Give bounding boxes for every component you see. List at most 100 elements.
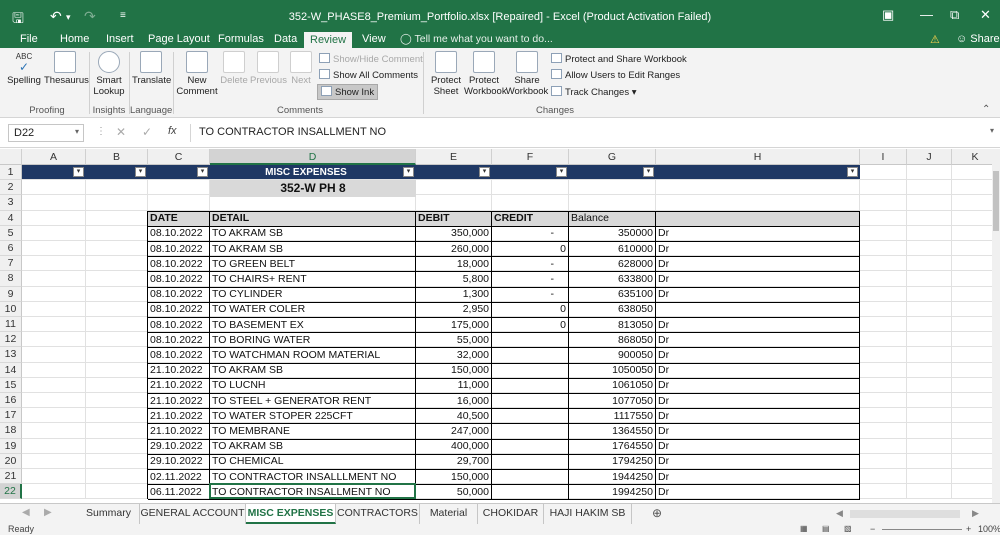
cell-credit[interactable]: - <box>492 287 568 302</box>
row-header-5[interactable]: 5 <box>0 225 22 241</box>
cell-balance[interactable]: 1364550 <box>569 424 655 439</box>
filter-dropdown-button[interactable]: ▾ <box>556 167 567 177</box>
column-header-f[interactable]: F <box>492 149 569 165</box>
cell-debit[interactable]: 32,000 <box>416 348 491 363</box>
cell-balance[interactable]: 900050 <box>569 348 655 363</box>
cell-detail[interactable]: TO AKRAM SB <box>210 363 415 378</box>
cell-credit[interactable]: - <box>492 272 568 287</box>
new-comment-button[interactable]: New Comment <box>176 51 218 97</box>
filter-dropdown-button[interactable]: ▾ <box>135 167 146 177</box>
minimize-icon[interactable]: — <box>920 7 933 22</box>
filter-dropdown-button[interactable]: ▾ <box>73 167 84 177</box>
cell-dr[interactable]: Dr <box>656 287 859 302</box>
ribbon-display-options-icon[interactable]: ▣ <box>882 7 894 23</box>
hscroll-left-icon[interactable]: ◀ <box>836 508 843 519</box>
cell-balance[interactable]: 635100 <box>569 287 655 302</box>
share-workbook-button[interactable]: Share Workbook <box>505 51 549 97</box>
cell-date[interactable]: 21.10.2022 <box>148 363 209 378</box>
normal-view-icon[interactable]: ▦ <box>800 524 808 533</box>
cell-date[interactable]: 21.10.2022 <box>148 378 209 393</box>
cell-dr[interactable]: Dr <box>656 394 859 409</box>
protect-workbook-button[interactable]: Protect Workbook <box>464 51 507 97</box>
cell-debit[interactable]: 5,800 <box>416 272 491 287</box>
cell-date[interactable]: 08.10.2022 <box>148 302 209 317</box>
tab-view[interactable]: View <box>356 31 392 48</box>
cell-debit[interactable]: 55,000 <box>416 333 491 348</box>
row-header-21[interactable]: 21 <box>0 469 22 485</box>
cell-credit[interactable]: - <box>492 226 568 241</box>
cell-balance[interactable]: 1050050 <box>569 363 655 378</box>
row-header-15[interactable]: 15 <box>0 377 22 393</box>
cell-dr[interactable]: Dr <box>656 333 859 348</box>
allow-users-edit-ranges-button[interactable]: Allow Users to Edit Ranges <box>551 69 680 81</box>
cell-date[interactable]: 08.10.2022 <box>148 257 209 272</box>
undo-dropdown-icon[interactable]: ▾ <box>66 12 71 23</box>
cell-dr[interactable]: Dr <box>656 257 859 272</box>
row-header-14[interactable]: 14 <box>0 362 22 378</box>
hscroll-right-icon[interactable]: ▶ <box>972 508 979 519</box>
cell-debit[interactable]: 2,950 <box>416 302 491 317</box>
show-all-comments-button[interactable]: Show All Comments <box>319 69 418 81</box>
row-header-8[interactable]: 8 <box>0 271 22 287</box>
cell-debit[interactable]: 400,000 <box>416 439 491 454</box>
add-sheet-icon[interactable]: ⊕ <box>652 506 662 520</box>
column-header-a[interactable]: A <box>22 149 86 165</box>
cell-detail[interactable]: TO CYLINDER <box>210 287 415 302</box>
customize-qat-icon[interactable]: ≡ <box>120 10 126 21</box>
active-cell-selection[interactable] <box>209 483 416 500</box>
cell-debit[interactable]: 40,500 <box>416 409 491 424</box>
cell-debit[interactable]: 16,000 <box>416 394 491 409</box>
cell-detail[interactable]: TO AKRAM SB <box>210 226 415 241</box>
translate-button[interactable]: Translate <box>132 51 171 86</box>
cell-dr[interactable]: Dr <box>656 318 859 333</box>
cell-dr[interactable]: Dr <box>656 378 859 393</box>
row-header-18[interactable]: 18 <box>0 423 22 439</box>
zoom-out-icon[interactable]: − <box>870 524 875 534</box>
worksheet-grid[interactable]: ABCDEFGHIJK 1 2 3 4 5 6 7 8 9 10 11 12 13 14 15 16 17 18 1… <box>0 148 1000 503</box>
cell-dr[interactable]: Dr <box>656 409 859 424</box>
column-header-h[interactable]: H <box>656 149 860 165</box>
tab-review[interactable]: Review <box>304 32 353 48</box>
track-changes-button[interactable]: Track Changes ▾ <box>551 86 637 98</box>
row-header-7[interactable]: 7 <box>0 256 22 272</box>
row-header-13[interactable]: 13 <box>0 347 22 363</box>
cell-detail[interactable]: TO BASEMENT EX <box>210 318 415 333</box>
tab-insert[interactable]: Insert <box>100 31 140 48</box>
previous-comment-button[interactable]: Previous <box>250 51 287 86</box>
column-header-e[interactable]: E <box>416 149 492 165</box>
scroll-tabs-left-icon[interactable]: ◀ <box>22 507 30 518</box>
cell-balance[interactable]: 350000 <box>569 226 655 241</box>
cell-detail[interactable]: TO CHEMICAL <box>210 454 415 469</box>
tab-formulas[interactable]: Formulas <box>212 31 270 48</box>
cell-debit[interactable]: 11,000 <box>416 378 491 393</box>
row-header-12[interactable]: 12 <box>0 332 22 348</box>
spelling-button[interactable]: ABC ✓ Spelling <box>6 51 42 86</box>
cell-debit[interactable]: 175,000 <box>416 318 491 333</box>
horizontal-scrollbar[interactable] <box>850 510 960 518</box>
tab-file[interactable]: File <box>14 31 44 48</box>
cell-date[interactable]: 29.10.2022 <box>148 454 209 469</box>
cell-balance[interactable]: 868050 <box>569 333 655 348</box>
filter-dropdown-button[interactable]: ▾ <box>479 167 490 177</box>
sheet-tab-summary[interactable]: Summary <box>78 504 140 524</box>
cell-dr[interactable]: Dr <box>656 454 859 469</box>
cell-debit[interactable]: 247,000 <box>416 424 491 439</box>
cell-debit[interactable]: 1,300 <box>416 287 491 302</box>
cell-date[interactable]: 06.11.2022 <box>148 485 209 500</box>
cell-balance[interactable]: 1944250 <box>569 470 655 485</box>
close-icon[interactable]: ✕ <box>980 7 991 23</box>
cell-dr[interactable]: Dr <box>656 470 859 485</box>
cell-dr[interactable]: Dr <box>656 424 859 439</box>
row-header-6[interactable]: 6 <box>0 241 22 257</box>
cell-detail[interactable]: TO WATER COLER <box>210 302 415 317</box>
cell-balance[interactable]: 1994250 <box>569 485 655 500</box>
column-header-d[interactable]: D <box>210 149 416 165</box>
cell-detail[interactable]: TO AKRAM SB <box>210 242 415 257</box>
show-ink-button[interactable]: Show Ink <box>317 84 379 100</box>
row-header-16[interactable]: 16 <box>0 393 22 409</box>
cell-balance[interactable]: 610000 <box>569 242 655 257</box>
cell-balance[interactable]: 633800 <box>569 272 655 287</box>
share-button[interactable]: ☺ Share <box>956 33 1000 45</box>
column-header-b[interactable]: B <box>86 149 148 165</box>
tell-me-box[interactable]: ◯ Tell me what you want to do... <box>400 33 553 45</box>
